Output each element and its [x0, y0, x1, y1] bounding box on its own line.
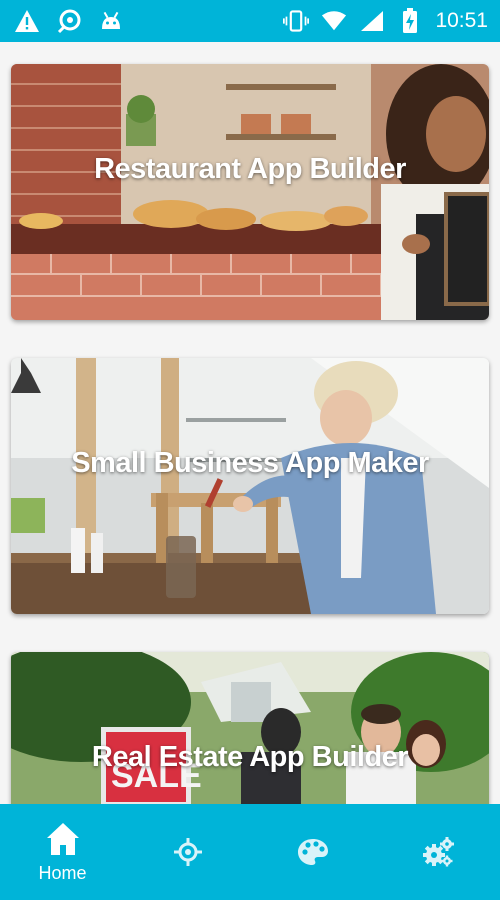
palette-icon [297, 839, 328, 865]
restaurant-photo [11, 64, 489, 320]
card-title: Real Estate App Builder [91, 741, 409, 773]
card-small-business-app-maker[interactable]: Small Business App Maker [11, 358, 489, 614]
workshop-photo [11, 358, 489, 614]
nav-palette[interactable] [250, 804, 375, 900]
wifi-icon [321, 8, 347, 34]
real-estate-photo: SALE [11, 652, 489, 804]
nav-settings[interactable] [375, 804, 500, 900]
bottom-navigation: Home [0, 804, 500, 900]
crosshair-icon [173, 838, 202, 866]
card-title: Restaurant App Builder [94, 153, 406, 185]
nav-home[interactable]: Home [0, 804, 125, 900]
nav-home-label: Home [38, 862, 87, 883]
status-bar: 10:51 [0, 0, 500, 42]
warning-icon [14, 8, 40, 34]
card-list[interactable]: Restaurant App Builder Small Business Ap… [0, 42, 500, 804]
vibrate-icon [283, 8, 310, 34]
status-left-icons [14, 8, 124, 34]
card-real-estate-app-builder[interactable]: SALE Real Estate App Builder [11, 652, 489, 804]
card-title: Small Business App Maker [71, 447, 429, 479]
card-restaurant-app-builder[interactable]: Restaurant App Builder [11, 64, 489, 320]
status-right-icons: 10:51 [283, 8, 488, 34]
android-icon [98, 8, 124, 34]
nav-crosshair[interactable] [125, 804, 250, 900]
signal-icon [359, 8, 385, 34]
settings-gears-icon [422, 837, 454, 867]
home-icon [46, 822, 79, 855]
battery-charging-icon [397, 8, 423, 34]
debug-icon [56, 8, 82, 34]
status-time: 10:51 [435, 9, 488, 32]
